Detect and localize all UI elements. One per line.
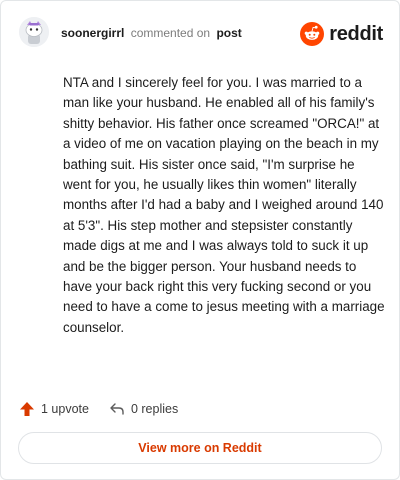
username-link[interactable]: soonergirrl xyxy=(61,26,124,40)
comment-body: NTA and I sincerely feel for you. I was … xyxy=(63,75,385,335)
user-avatar[interactable] xyxy=(19,17,49,47)
reply-arrow-icon xyxy=(110,403,124,415)
reddit-wordmark: reddit xyxy=(329,22,383,45)
snoo-avatar-icon xyxy=(19,17,49,47)
upvote-arrow-icon xyxy=(20,402,34,416)
post-link[interactable]: post xyxy=(216,26,241,40)
upvote-count: 1 upvote xyxy=(41,402,89,416)
embedded-comment-card: soonergirrl commented on post reddit NTA… xyxy=(0,0,400,480)
commented-on-text: commented on xyxy=(130,26,211,40)
reddit-logo[interactable]: reddit xyxy=(300,21,383,47)
reddit-snoo-icon xyxy=(300,22,325,46)
upvote-button[interactable]: 1 upvote xyxy=(19,401,89,417)
reply-button[interactable]: 0 replies xyxy=(109,401,178,417)
comment-header: soonergirrl commented on post reddit xyxy=(19,17,383,53)
comment-meta: soonergirrl commented on post xyxy=(61,26,242,40)
view-more-button[interactable]: View more on Reddit xyxy=(18,432,382,464)
comment-actions: 1 upvote 0 replies xyxy=(19,397,178,421)
reply-count: 0 replies xyxy=(130,402,179,416)
